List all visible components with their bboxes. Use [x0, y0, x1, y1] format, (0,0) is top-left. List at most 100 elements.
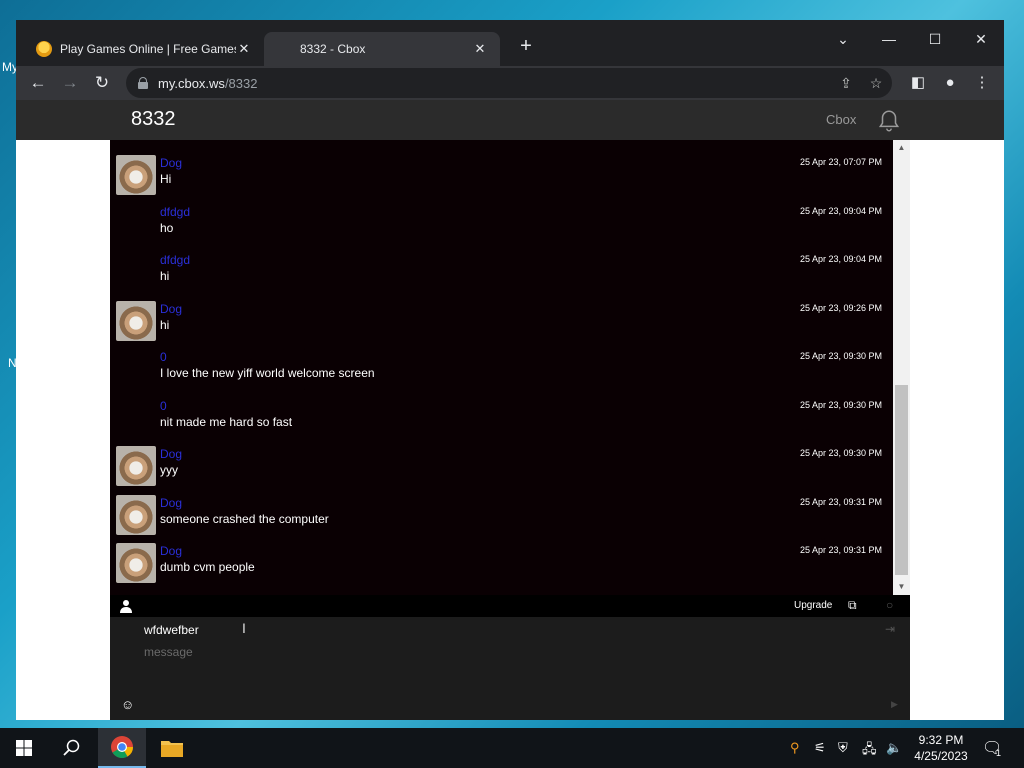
tab-strip: Play Games Online | Free Games ✕ 8332 - … [16, 20, 1004, 66]
back-arrow-icon[interactable]: ← [24, 69, 52, 97]
chat-toolbar: Upgrade ⧉ ○ [110, 595, 910, 617]
message-timestamp: 25 Apr 23, 09:31 PM [799, 545, 882, 555]
maximize-button[interactable]: ☐ [912, 24, 958, 54]
url-host: my.cbox.ws [158, 75, 225, 91]
taskbar: ⚲ ⚟ ⛨ 🖧 🔈 9:32 PM 4/25/2023 🗨 1 [0, 728, 1024, 768]
message-username[interactable]: Dog [160, 156, 182, 170]
chrome-icon [111, 736, 133, 758]
side-panel-icon[interactable]: ◧ [904, 69, 932, 97]
text-cursor-icon: I [242, 620, 246, 636]
refresh-icon[interactable]: ○ [886, 598, 893, 612]
cbox-header: 8332 Cbox [16, 100, 1004, 140]
scroll-down-arrow-icon[interactable]: ▼ [893, 580, 910, 594]
forward-arrow-icon[interactable]: → [56, 69, 84, 97]
url-path: /8332 [224, 75, 258, 91]
folder-icon [161, 741, 183, 757]
tab-search-button[interactable]: ⌄ [820, 24, 866, 54]
message-row: dfdgd ho 25 Apr 23, 09:04 PM [110, 189, 893, 237]
scroll-thumb[interactable] [895, 385, 908, 575]
user-icon[interactable] [120, 599, 132, 613]
message-row: dfdgd hi 25 Apr 23, 09:04 PM [110, 237, 893, 285]
network-off-icon[interactable]: ⚟ [814, 740, 826, 756]
popout-icon[interactable]: ⧉ [848, 598, 857, 613]
start-button[interactable] [0, 728, 48, 768]
message-text: nit made me hard so fast [160, 414, 293, 429]
message-row: Dog hi 25 Apr 23, 09:26 PM [110, 286, 893, 341]
send-arrow-icon[interactable]: ▶ [891, 699, 898, 710]
message-timestamp: 25 Apr 23, 09:26 PM [799, 302, 882, 313]
security-shield-icon[interactable]: ⛨ [838, 740, 848, 756]
close-window-button[interactable]: ✕ [958, 24, 1004, 54]
clock-date: 4/25/2023 [914, 749, 968, 763]
message-input[interactable] [144, 645, 874, 659]
message-row: Dog Hi 25 Apr 23, 07:07 PM [110, 140, 893, 195]
tab-cbox[interactable]: 8332 - Cbox ✕ [264, 32, 500, 66]
login-icon[interactable]: ⇥ [885, 622, 895, 636]
bookmark-star-icon[interactable]: ☆ [864, 68, 888, 98]
clock[interactable]: 9:32 PM 4/25/2023 [908, 732, 974, 764]
message-timestamp: 25 Apr 23, 09:04 PM [799, 254, 882, 264]
message-timestamp: 25 Apr 23, 09:30 PM [799, 351, 882, 361]
message-username[interactable]: dfdgd [160, 253, 190, 267]
lock-icon[interactable] [138, 77, 148, 89]
search-icon [63, 739, 80, 756]
message-text: I love the new yiff world welcome screen [160, 366, 375, 380]
message-row: Dog yyy 25 Apr 23, 09:30 PM [110, 431, 893, 486]
new-tab-button[interactable]: + [514, 34, 538, 58]
game-favicon-icon [36, 41, 52, 57]
taskbar-file-explorer[interactable] [148, 728, 196, 768]
reload-icon[interactable]: ↻ [88, 69, 116, 97]
address-bar[interactable]: my.cbox.ws/8332 ⇪ ☆ [126, 68, 892, 98]
chat-box: Dog Hi 25 Apr 23, 07:07 PM dfdgd ho 25 Apr 23… [110, 140, 910, 720]
browser-toolbar: ← → ↻ my.cbox.ws/8332 ⇪ ☆ ◧ ● ⋮ [16, 66, 1004, 100]
message-text: ho [160, 220, 174, 235]
message-username[interactable]: 0 [160, 350, 167, 364]
web-page: 8332 Cbox Dog Hi 25 Apr 23, 07:07 PM dfdgd h… [16, 100, 1004, 720]
message-row: Dog someone crashed the computer 25 Apr 23… [110, 480, 893, 535]
message-username[interactable]: Dog [160, 447, 182, 461]
volume-icon[interactable]: 🔈 [886, 740, 902, 756]
taskbar-chrome[interactable] [98, 728, 146, 768]
search-button[interactable] [48, 728, 96, 768]
cbox-brand-link[interactable]: Cbox [826, 112, 856, 127]
avatar[interactable] [116, 543, 156, 583]
message-timestamp: 25 Apr 23, 09:30 PM [799, 448, 882, 458]
page-title: 8332 [131, 108, 176, 130]
message-username[interactable]: Dog [160, 544, 182, 558]
upgrade-link[interactable]: Upgrade [794, 600, 832, 611]
compose-area: I ⇥ ☺ ▶ [110, 617, 910, 720]
message-text: hi [160, 269, 170, 283]
scroll-up-arrow-icon[interactable]: ▲ [893, 141, 910, 155]
message-text: yyy [160, 463, 178, 477]
tab-title: Play Games Online | Free Games [60, 42, 236, 56]
notification-count: 1 [996, 748, 1002, 758]
message-row: Dog dumb cvm people 25 Apr 23, 09:31 PM [110, 528, 893, 583]
message-row: 0 I love the new yiff world welcome scree… [110, 334, 893, 382]
message-timestamp: 25 Apr 23, 07:07 PM [799, 157, 882, 167]
message-username[interactable]: dfdgd [160, 205, 190, 219]
emoji-icon[interactable]: ☺ [121, 697, 134, 712]
tab-play-games[interactable]: Play Games Online | Free Games ✕ [24, 32, 264, 66]
minimize-button[interactable]: — [866, 24, 912, 54]
message-timestamp: 25 Apr 23, 09:30 PM [799, 399, 882, 410]
message-timestamp: 25 Apr 23, 09:04 PM [799, 205, 882, 216]
tab-close-icon[interactable]: ✕ [236, 41, 252, 57]
search-tray-icon[interactable]: ⚲ [790, 740, 800, 756]
message-timestamp: 25 Apr 23, 09:31 PM [799, 496, 882, 507]
tab-close-icon[interactable]: ✕ [472, 41, 488, 57]
profile-icon[interactable]: ● [936, 69, 964, 97]
message-username[interactable]: Dog [160, 302, 182, 316]
clock-time: 9:32 PM [918, 733, 964, 747]
message-text: dumb cvm people [160, 560, 255, 574]
message-username[interactable]: Dog [160, 496, 182, 510]
message-list[interactable]: Dog Hi 25 Apr 23, 07:07 PM dfdgd ho 25 Apr 23… [110, 140, 893, 595]
share-icon[interactable]: ⇪ [834, 68, 858, 98]
message-text: someone crashed the computer [160, 511, 329, 526]
menu-kebab-icon[interactable]: ⋮ [968, 69, 996, 97]
message-row: 0 nit made me hard so fast 25 Apr 23, 09:3… [110, 383, 893, 431]
message-text: Hi [160, 172, 172, 186]
message-username[interactable]: 0 [160, 399, 167, 413]
bell-icon[interactable] [876, 108, 902, 134]
network-icon[interactable]: 🖧 [862, 740, 877, 762]
scrollbar[interactable]: ▲ ▼ [893, 140, 910, 595]
